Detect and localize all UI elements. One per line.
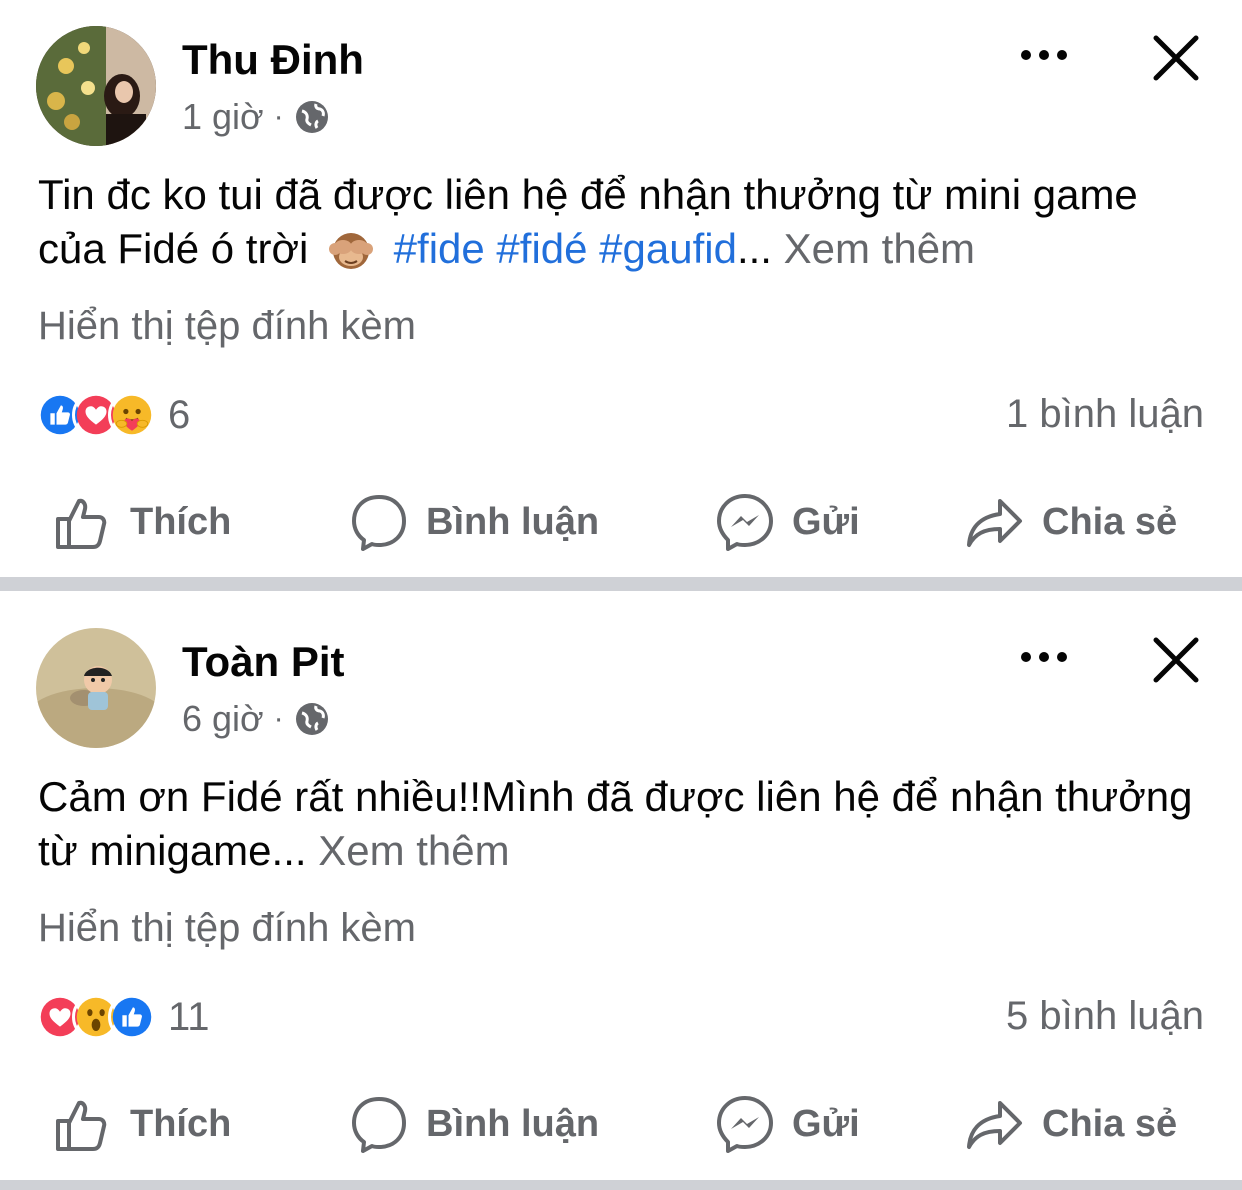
- post-divider: [0, 577, 1242, 591]
- avatar[interactable]: [36, 26, 156, 146]
- see-more-link[interactable]: Xem thêm: [784, 225, 975, 272]
- thumbs-up-icon: [56, 1100, 107, 1151]
- separator-dot: ·: [273, 100, 284, 133]
- separator-dot: ·: [273, 702, 284, 735]
- comment-label: Bình luận: [426, 500, 600, 543]
- reaction-count: 6: [168, 392, 191, 437]
- action-bar: Thích Bình luận Gửi Chia sẻ: [0, 1092, 1242, 1156]
- show-attachment-link[interactable]: Hiển thị tệp đính kèm: [38, 906, 416, 951]
- more-options-icon[interactable]: [1018, 40, 1070, 70]
- post-text: Cảm ơn Fidé rất nhiều!!Mình đã được liên…: [38, 773, 1193, 874]
- hashtags[interactable]: #fide #fidé #gaufid: [394, 225, 737, 272]
- post-card: Thu Đinh 1 giờ · Tin đc ko tui đã được l…: [0, 0, 1242, 577]
- close-icon[interactable]: [1150, 634, 1202, 686]
- post-meta: 6 giờ ·: [182, 698, 330, 740]
- send-label: Gửi: [792, 1102, 860, 1145]
- share-arrow-icon: [967, 1101, 1022, 1149]
- like-reaction-icon: [108, 993, 156, 1041]
- author-name[interactable]: Toàn Pit: [182, 638, 345, 686]
- like-button[interactable]: Thích: [52, 490, 231, 554]
- ellipsis: ...: [736, 225, 772, 272]
- author-name[interactable]: Thu Đinh: [182, 36, 364, 84]
- action-bar: Thích Bình luận Gửi Chia sẻ: [0, 490, 1242, 554]
- share-label: Chia sẻ: [1042, 1102, 1178, 1145]
- like-label: Thích: [130, 500, 232, 543]
- send-button[interactable]: Gửi: [714, 490, 860, 554]
- see-no-evil-monkey-icon: [326, 227, 376, 271]
- see-more-link[interactable]: Xem thêm: [318, 827, 509, 874]
- share-button[interactable]: Chia sẻ: [964, 490, 1177, 554]
- show-attachment-link[interactable]: Hiển thị tệp đính kèm: [38, 304, 416, 349]
- close-icon[interactable]: [1150, 32, 1202, 84]
- post-body: Cảm ơn Fidé rất nhiều!!Mình đã được liên…: [38, 770, 1208, 878]
- messenger-icon: [717, 494, 773, 551]
- comment-bubble-icon: [352, 1097, 406, 1153]
- comment-bubble-icon: [352, 495, 406, 551]
- share-arrow-icon: [967, 499, 1022, 547]
- send-button[interactable]: Gửi: [714, 1092, 860, 1156]
- reaction-summary[interactable]: 11: [36, 992, 210, 1042]
- like-button[interactable]: Thích: [52, 1092, 231, 1156]
- post-body: Tin đc ko tui đã được liên hệ để nhận th…: [38, 168, 1208, 276]
- share-button[interactable]: Chia sẻ: [964, 1092, 1177, 1156]
- care-reaction-icon: [108, 391, 156, 439]
- comment-button[interactable]: Bình luận: [348, 490, 599, 554]
- globe-icon: [294, 99, 330, 135]
- globe-icon: [294, 701, 330, 737]
- post-meta: 1 giờ ·: [182, 96, 330, 138]
- comment-button[interactable]: Bình luận: [348, 1092, 599, 1156]
- like-label: Thích: [130, 1102, 232, 1145]
- reaction-count: 11: [168, 994, 210, 1039]
- messenger-icon: [717, 1096, 773, 1153]
- reaction-summary[interactable]: 6: [36, 390, 190, 440]
- more-options-icon[interactable]: [1018, 642, 1070, 672]
- share-label: Chia sẻ: [1042, 500, 1178, 543]
- post-card: Toàn Pit 6 giờ · Cảm ơn Fidé rất nhiều!!…: [0, 602, 1242, 1179]
- comment-label: Bình luận: [426, 1102, 600, 1145]
- post-divider: [0, 1180, 1242, 1190]
- thumbs-up-icon: [56, 498, 107, 549]
- avatar[interactable]: [36, 628, 156, 748]
- comment-count[interactable]: 5 bình luận: [1006, 994, 1204, 1039]
- send-label: Gửi: [792, 500, 860, 543]
- comment-count[interactable]: 1 bình luận: [1006, 392, 1204, 437]
- post-time[interactable]: 6 giờ: [182, 698, 264, 740]
- post-time[interactable]: 1 giờ: [182, 96, 264, 138]
